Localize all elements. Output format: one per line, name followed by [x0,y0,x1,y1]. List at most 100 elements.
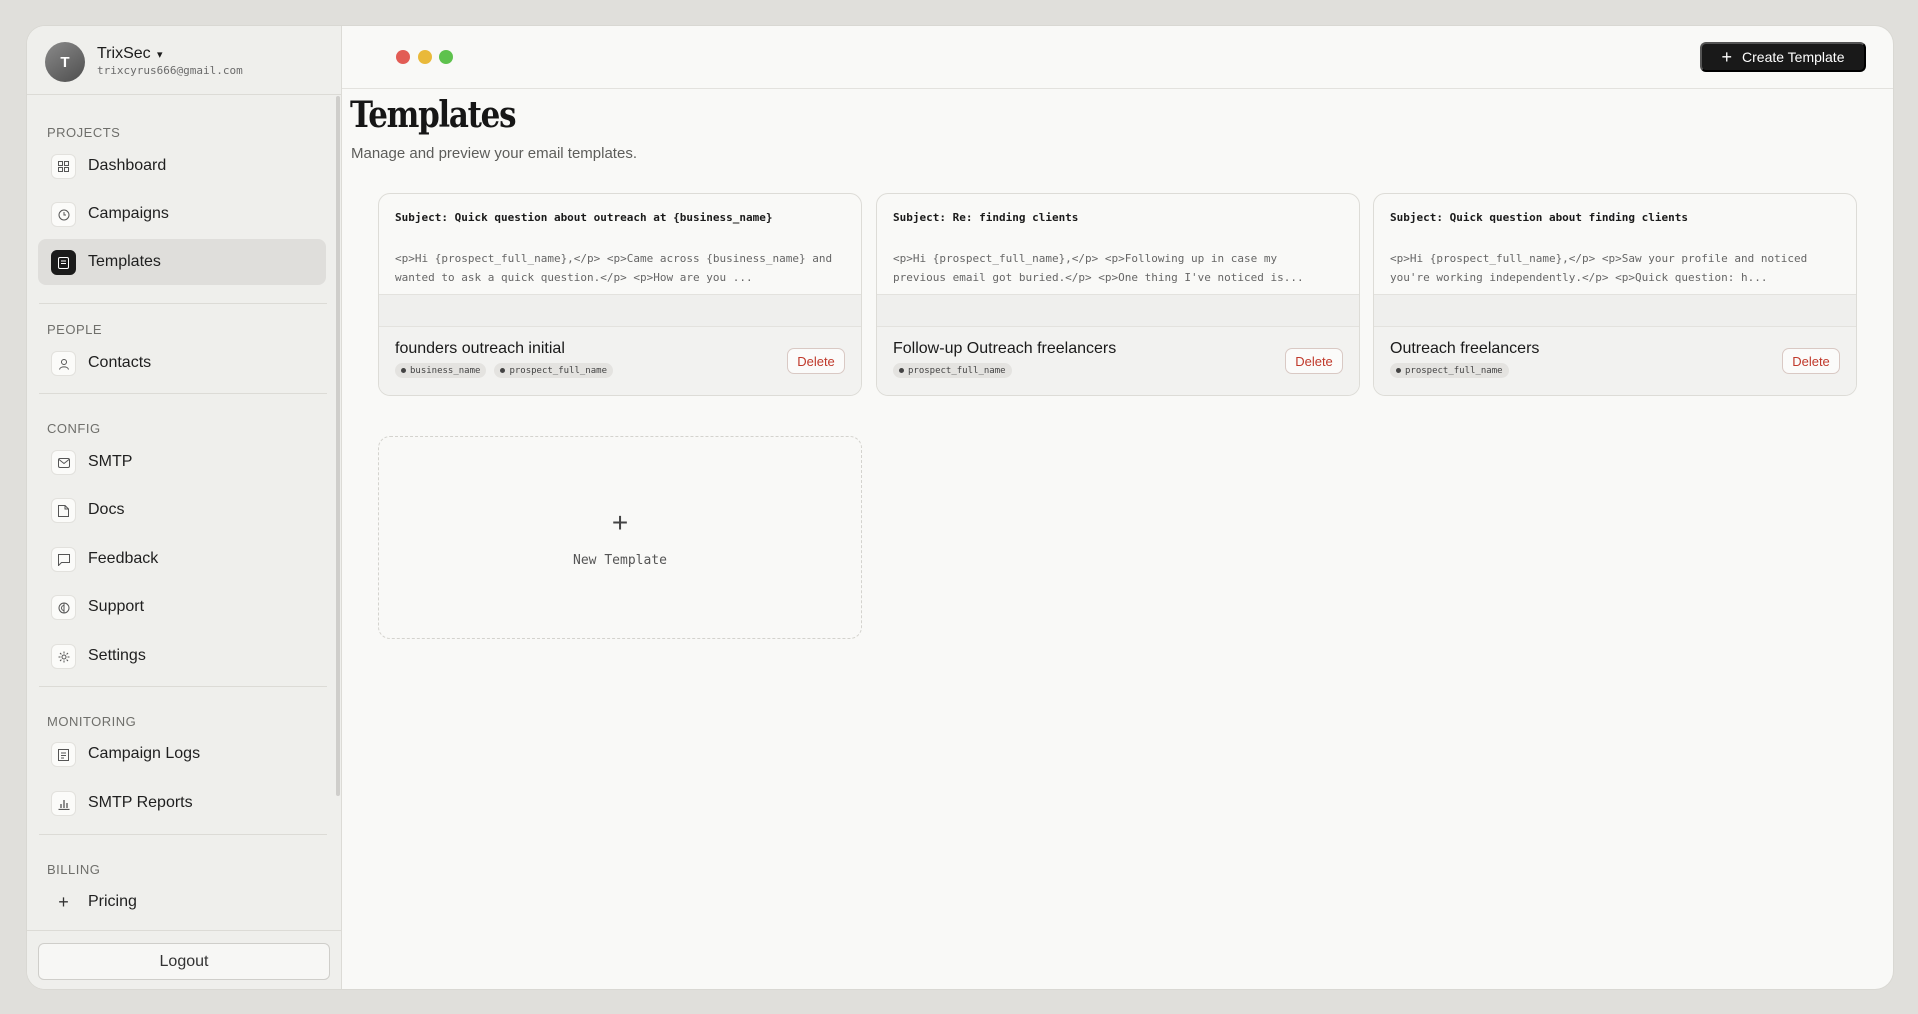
sidebar-item-label: SMTP [88,453,133,470]
grid-icon [51,154,76,179]
sidebar-item-contacts[interactable]: Contacts [38,340,326,386]
maximize-window-dot[interactable] [439,50,453,64]
document-icon [51,250,76,275]
page-title: Templates [350,94,517,136]
sidebar-item-campaigns[interactable]: Campaigns [38,191,326,237]
sidebar-item-smtp-reports[interactable]: SMTP Reports [38,780,326,826]
dot-icon [899,368,904,373]
sidebar-item-label: Templates [88,253,161,270]
account-name: TrixSec [97,45,151,62]
sidebar-item-label: SMTP Reports [88,794,193,811]
template-card[interactable]: Subject: Quick question about outreach a… [378,193,862,396]
page-subtitle: Manage and preview your email templates. [351,145,637,162]
variable-tag: prospect_full_name [494,363,613,378]
section-label-config: CONFIG [47,421,101,436]
template-subject: Subject: Quick question about outreach a… [395,211,773,224]
log-icon [51,742,76,767]
avatar: T [45,42,85,82]
dot-icon [500,368,506,373]
template-preview: <p>Hi {prospect_full_name},</p> <p>Came … [395,249,847,287]
template-preview: <p>Hi {prospect_full_name},</p> <p>Follo… [893,249,1345,287]
gear-icon [51,644,76,669]
section-label-people: PEOPLE [47,322,103,337]
variable-tag-label: prospect_full_name [509,365,607,376]
delete-template-button[interactable]: Delete [1285,348,1343,374]
logout-area: Logout [27,930,341,989]
sidebar-item-label: Docs [88,501,125,518]
sidebar-item-feedback[interactable]: Feedback [38,536,326,582]
variable-tag-label: business_name [410,365,481,376]
sidebar: T TrixSec ▾ trixcyrus666@gmail.com PROJE… [27,26,342,989]
template-card-footer: founders outreach initial business_name … [379,327,861,395]
minimize-window-dot[interactable] [418,50,432,64]
sidebar-item-label: Dashboard [88,157,167,174]
divider [39,834,327,835]
delete-template-button[interactable]: Delete [787,348,845,374]
delete-template-button[interactable]: Delete [1782,348,1840,374]
create-template-label: Create Template [1742,49,1845,65]
close-window-dot[interactable] [396,50,410,64]
template-preview-line: previous email got buried.</p> <p>One th… [893,271,1304,284]
template-card-footer: Follow-up Outreach freelancers prospect_… [877,327,1359,395]
user-icon [51,351,76,376]
card-separator [877,294,1359,327]
account-email: trixcyrus666@gmail.com [97,64,243,77]
sidebar-item-support[interactable]: Support [38,584,326,630]
template-preview-line: <p>Hi {prospect_full_name},</p> <p>Follo… [893,252,1278,265]
message-icon [51,547,76,572]
sidebar-item-campaign-logs[interactable]: Campaign Logs [38,731,326,777]
template-preview-line: <p>Hi {prospect_full_name},</p> <p>Came … [395,252,833,265]
account-switcher[interactable]: T TrixSec ▾ trixcyrus666@gmail.com [27,26,341,95]
mail-icon [51,450,76,475]
variable-tags: prospect_full_name [893,363,1012,378]
section-label-billing: BILLING [47,862,101,877]
sidebar-item-docs[interactable]: Docs [38,487,326,533]
sidebar-item-templates[interactable]: Templates [38,239,326,285]
variable-tag: prospect_full_name [893,363,1012,378]
plus-icon: + [58,892,69,912]
divider [39,393,327,394]
template-name: founders outreach initial [395,340,565,357]
logout-button[interactable]: Logout [38,943,330,980]
sidebar-item-label: Support [88,598,145,615]
variable-tag-label: prospect_full_name [1405,365,1503,376]
sidebar-item-label: Contacts [88,354,152,371]
template-preview-line: <p>Hi {prospect_full_name},</p> <p>Saw y… [1390,252,1808,265]
template-subject: Subject: Re: finding clients [893,211,1079,224]
sidebar-item-label: Pricing [88,893,137,910]
create-template-button[interactable]: + Create Template [1700,42,1866,72]
sidebar-scrollbar[interactable] [336,96,340,796]
template-preview-line: wanted to ask a quick question.</p> <p>H… [395,271,753,284]
template-name: Follow-up Outreach freelancers [893,340,1117,357]
sidebar-item-label: Feedback [88,550,159,567]
template-subject: Subject: Quick question about finding cl… [1390,211,1689,224]
sidebar-item-dashboard[interactable]: Dashboard [38,143,326,189]
card-separator [379,294,861,327]
template-card[interactable]: Subject: Re: finding clients <p>Hi {pros… [876,193,1360,396]
file-icon [51,498,76,523]
sidebar-item-label: Campaign Logs [88,745,201,762]
template-card-footer: Outreach freelancers prospect_full_name … [1374,327,1856,395]
app-window: T TrixSec ▾ trixcyrus666@gmail.com PROJE… [27,26,1893,989]
variable-tag: business_name [395,363,487,378]
new-template-label: New Template [573,553,667,568]
card-separator [1374,294,1856,327]
variable-tags: business_name prospect_full_name [395,363,613,378]
template-card[interactable]: Subject: Quick question about finding cl… [1373,193,1857,396]
bar-chart-icon [51,791,76,816]
sidebar-item-smtp[interactable]: SMTP [38,439,326,485]
sidebar-item-settings[interactable]: Settings [38,633,326,679]
dot-icon [401,368,406,373]
sidebar-item-label: Campaigns [88,205,169,222]
sidebar-item-pricing[interactable]: + Pricing [38,879,326,925]
dot-icon [1396,368,1401,373]
section-label-projects: PROJECTS [47,125,121,140]
template-name: Outreach freelancers [1390,340,1540,357]
new-template-card[interactable]: + New Template [378,436,862,639]
variable-tag-label: prospect_full_name [908,365,1006,376]
plus-icon: + [611,507,629,538]
caret-down-icon: ▾ [157,49,163,61]
sidebar-item-label: Settings [88,647,146,664]
template-preview-line: you're working independently.</p> <p>Qui… [1390,271,1768,284]
clock-icon [51,202,76,227]
